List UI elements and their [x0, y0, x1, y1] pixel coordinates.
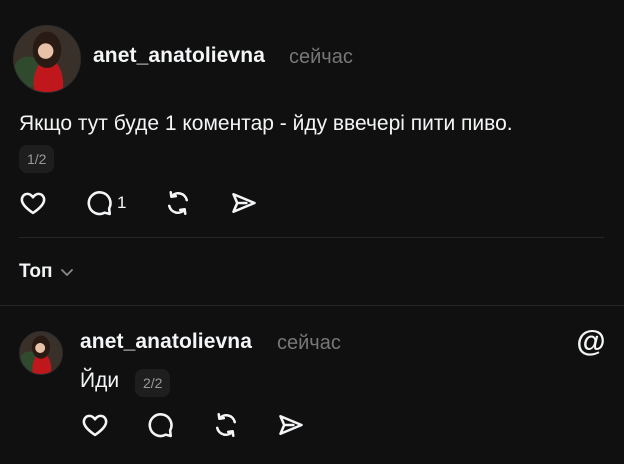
comment-button[interactable] — [145, 410, 175, 440]
sort-dropdown[interactable]: Топ — [19, 261, 75, 283]
thread-view: anet_anatolievna сейчас Якщо тут буде 1 … — [0, 0, 624, 464]
repost-button[interactable] — [211, 410, 241, 440]
reply-username[interactable]: anet_anatolievna — [80, 330, 252, 354]
send-icon — [279, 414, 303, 436]
share-button[interactable] — [276, 410, 306, 440]
heart-icon — [20, 192, 46, 215]
avatar[interactable] — [19, 331, 63, 375]
comment-button[interactable] — [84, 188, 114, 218]
reply-timestamp: сейчас — [277, 332, 341, 354]
repost-icon — [167, 190, 189, 216]
thread-counter-badge: 2/2 — [135, 369, 171, 397]
post-username[interactable]: anet_anatolievna — [93, 44, 265, 68]
sort-label: Топ — [19, 261, 53, 282]
send-icon — [232, 192, 256, 214]
like-button[interactable] — [80, 410, 110, 440]
comment-icon — [148, 413, 173, 438]
divider — [0, 305, 624, 306]
post-timestamp: сейчас — [289, 46, 353, 68]
reply-text: Йди — [80, 369, 120, 392]
avatar[interactable] — [13, 25, 81, 93]
repost-icon — [215, 412, 237, 438]
comment-icon — [87, 191, 112, 216]
post-text: Якщо тут буде 1 коментар - йду ввечері п… — [19, 112, 513, 135]
chevron-down-icon — [60, 269, 73, 276]
divider — [19, 237, 604, 238]
repost-button[interactable] — [163, 188, 193, 218]
heart-icon — [82, 414, 108, 437]
thread-counter-badge: 1/2 — [19, 145, 55, 173]
threads-logo-icon[interactable]: @ — [576, 327, 605, 357]
comment-count: 1 — [117, 193, 127, 212]
share-button[interactable] — [229, 188, 259, 218]
like-button[interactable] — [18, 188, 48, 218]
